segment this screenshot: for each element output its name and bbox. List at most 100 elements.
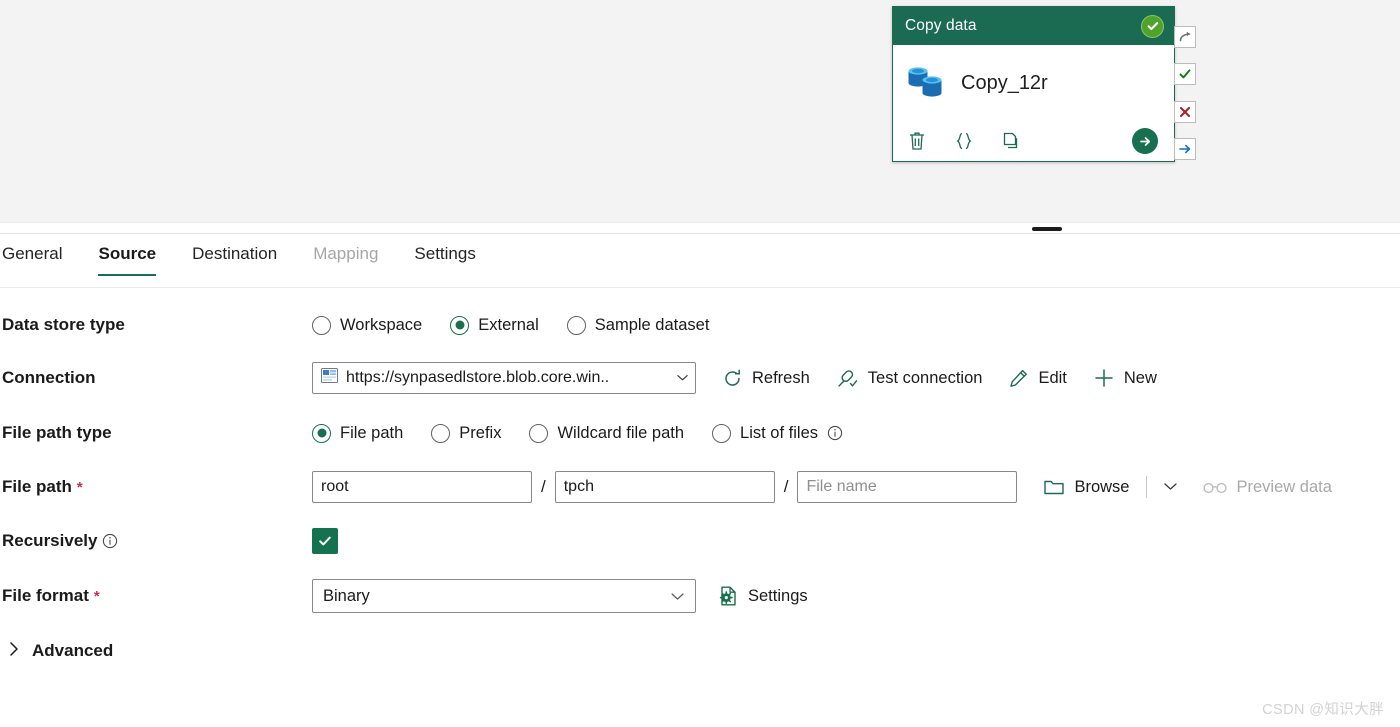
file-path-row: File path * root / tpch / File name Brow… <box>0 460 1400 514</box>
on-skip-handle[interactable] <box>1174 26 1196 48</box>
connection-value: https://synpasedlstore.blob.core.win.. <box>346 369 610 386</box>
browse-chevron-down-icon[interactable] <box>1163 478 1178 496</box>
radio-sample-dataset[interactable]: Sample dataset <box>566 315 710 335</box>
file-path-type-label-text: File path type <box>2 423 112 442</box>
chevron-right-icon <box>8 640 20 663</box>
connection-content: https://synpasedlstore.blob.core.win.. R… <box>312 362 1157 394</box>
radio-circle-list-of-files[interactable] <box>712 423 732 443</box>
radio-label-list-of-files: List of files <box>740 423 818 442</box>
chevron-down-icon[interactable] <box>676 369 689 387</box>
file-format-settings-button[interactable]: Settings <box>718 585 808 607</box>
file-path-content: root / tpch / File name Browse Preview d… <box>312 471 1332 503</box>
source-settings-form: Data store type Workspace External Sampl… <box>0 300 1400 678</box>
data-store-type-radio-group[interactable]: Workspace External Sample dataset <box>312 315 737 335</box>
watermark: CSDN @知识大胖 <box>1262 702 1384 718</box>
radio-list-of-files[interactable]: List of files <box>712 423 843 443</box>
radio-external[interactable]: External <box>450 315 539 335</box>
radio-circle-workspace[interactable] <box>312 315 331 335</box>
file-format-select[interactable]: Binary <box>312 579 696 613</box>
file-path-directory-input[interactable]: tpch <box>554 471 775 503</box>
copy-data-database-icon <box>905 63 947 103</box>
tab-settings[interactable]: Settings <box>396 240 493 276</box>
radio-circle-wildcard-file-path[interactable] <box>529 423 549 443</box>
file-format-settings-label: Settings <box>748 586 808 605</box>
radio-circle-file-path[interactable] <box>312 423 331 443</box>
on-failure-handle[interactable] <box>1174 100 1196 123</box>
new-label: New <box>1123 368 1157 387</box>
file-path-type-label: File path type <box>0 423 312 443</box>
preview-data-button: Preview data <box>1202 478 1332 497</box>
tab-source[interactable]: Source <box>80 240 174 276</box>
folder-icon <box>1043 478 1065 497</box>
pencil-icon <box>1008 368 1029 389</box>
data-store-type-label: Data store type <box>0 315 312 335</box>
file-path-type-radio-group[interactable]: File path Prefix Wildcard file path List… <box>312 423 871 443</box>
path-separator-1: / <box>541 477 546 496</box>
radio-label-file-path: File path <box>340 423 404 442</box>
required-asterisk-file-format: * <box>93 587 100 605</box>
radio-wildcard-file-path[interactable]: Wildcard file path <box>529 423 685 443</box>
tab-general[interactable]: General <box>2 240 80 276</box>
file-format-content: Binary Settings <box>312 579 808 613</box>
recursively-row: Recursively <box>0 514 1400 568</box>
linked-service-icon <box>321 368 338 388</box>
radio-file-path[interactable]: File path <box>312 423 404 443</box>
file-path-type-row: File path type File path Prefix Wildcard… <box>0 406 1400 460</box>
plus-icon <box>1093 367 1115 389</box>
pipeline-canvas[interactable]: Copy data Copy_12r <box>0 0 1400 222</box>
duplicate-icon[interactable] <box>1001 130 1022 152</box>
info-icon-list-of-files[interactable] <box>827 425 843 441</box>
refresh-connection-button[interactable]: Refresh <box>722 368 810 389</box>
connection-dropdown[interactable]: https://synpasedlstore.blob.core.win.. <box>312 362 696 394</box>
test-connection-button[interactable]: Test connection <box>836 368 983 389</box>
radio-circle-prefix[interactable] <box>431 423 451 443</box>
connection-label-text: Connection <box>2 368 96 387</box>
radio-label-external: External <box>478 315 539 334</box>
path-separator-2: / <box>783 477 789 496</box>
file-format-row: File format * Binary Settings <box>0 568 1400 624</box>
radio-label-workspace: Workspace <box>340 315 423 334</box>
browse-button[interactable]: Browse <box>1043 478 1130 497</box>
file-format-label-text: File format <box>2 586 89 605</box>
delete-icon[interactable] <box>907 130 927 152</box>
recursively-checkbox[interactable] <box>312 528 338 554</box>
file-path-filename-input[interactable]: File name <box>797 471 1018 503</box>
info-icon-recursively[interactable] <box>102 533 118 549</box>
advanced-label: Advanced <box>32 641 114 660</box>
radio-label-sample-dataset: Sample dataset <box>594 315 710 334</box>
on-success-handle[interactable] <box>1174 63 1196 86</box>
code-braces-icon[interactable] <box>953 130 975 152</box>
dependency-handle-strip[interactable] <box>1174 26 1196 160</box>
refresh-icon <box>722 368 743 389</box>
activity-card-footer <box>893 121 1174 161</box>
refresh-label: Refresh <box>752 368 810 387</box>
file-settings-icon <box>718 585 739 607</box>
data-store-type-label-text: Data store type <box>2 315 125 334</box>
activity-card-header: Copy data <box>893 7 1174 45</box>
properties-tab-bar[interactable]: General Source Destination Mapping Setti… <box>0 240 1400 288</box>
file-format-chevron-down-icon[interactable] <box>670 587 685 606</box>
connection-row: Connection https://synpasedlstore.blob.c… <box>0 350 1400 406</box>
test-connection-label: Test connection <box>867 368 983 387</box>
tab-destination[interactable]: Destination <box>174 240 295 276</box>
radio-prefix[interactable]: Prefix <box>431 423 501 443</box>
radio-label-wildcard-file-path: Wildcard file path <box>557 423 685 442</box>
edit-connection-button[interactable]: Edit <box>1008 368 1067 389</box>
on-completion-handle[interactable] <box>1174 137 1196 160</box>
radio-circle-external[interactable] <box>450 315 470 335</box>
splitter-drag-handle[interactable] <box>1032 227 1062 231</box>
radio-workspace[interactable]: Workspace <box>312 315 423 335</box>
advanced-toggle[interactable]: Advanced <box>0 640 113 663</box>
file-path-directory-value: tpch <box>563 478 594 495</box>
browse-divider <box>1145 476 1147 498</box>
run-arrow-icon[interactable] <box>1132 128 1158 154</box>
panel-splitter[interactable] <box>0 222 1400 234</box>
success-check-icon <box>1141 14 1164 38</box>
copy-data-activity-card[interactable]: Copy data Copy_12r <box>892 6 1175 162</box>
file-path-container-input[interactable]: root <box>312 471 532 503</box>
activity-name-label: Copy_12r <box>961 71 1048 94</box>
plug-check-icon <box>836 368 859 389</box>
new-connection-button[interactable]: New <box>1093 367 1157 389</box>
radio-circle-sample-dataset[interactable] <box>566 315 586 335</box>
preview-data-label: Preview data <box>1236 477 1332 496</box>
